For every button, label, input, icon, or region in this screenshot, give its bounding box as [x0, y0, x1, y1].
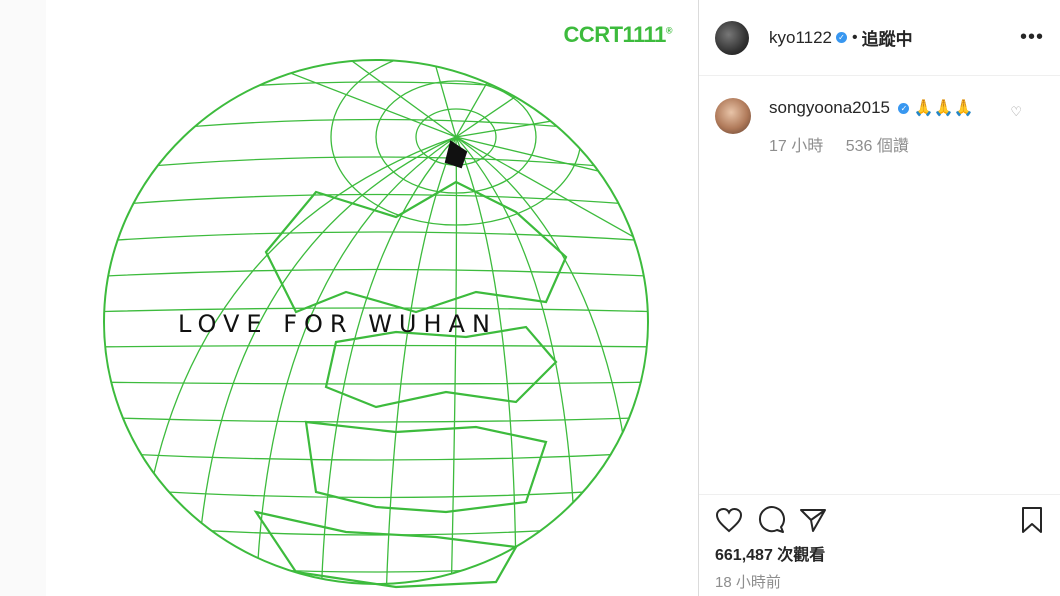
- comment-bubble-icon[interactable]: [757, 506, 785, 534]
- comment-like-heart-icon[interactable]: ♡: [1010, 104, 1022, 120]
- post-image[interactable]: CCRT1111® LOVE FOR WUHAN: [46, 0, 698, 596]
- like-heart-icon[interactable]: [715, 507, 743, 533]
- comment-text: 🙏🙏🙏: [913, 100, 974, 117]
- post-header: kyo1122 ✓ • 追蹤中 •••: [699, 0, 1060, 76]
- comment-likes[interactable]: 536 個讚: [846, 138, 909, 155]
- share-send-icon[interactable]: [799, 507, 827, 533]
- post-side-panel: kyo1122 ✓ • 追蹤中 ••• songyoona2015 ✓ 🙏🙏🙏 …: [698, 0, 1060, 596]
- comment-body: songyoona2015 ✓ 🙏🙏🙏 17 小時 536 個讚: [769, 98, 974, 156]
- commenter-avatar[interactable]: [715, 98, 751, 134]
- more-options-icon[interactable]: •••: [1020, 26, 1044, 49]
- follow-status-button[interactable]: 追蹤中: [862, 25, 913, 50]
- comment-item: songyoona2015 ✓ 🙏🙏🙏 17 小時 536 個讚 ♡: [699, 76, 1060, 156]
- comment-meta: 17 小時 536 個讚: [769, 132, 974, 156]
- view-count[interactable]: 661,487 次觀看: [715, 541, 1044, 565]
- save-bookmark-icon[interactable]: [1020, 506, 1044, 534]
- action-icons: [715, 503, 1044, 537]
- post-time-ago[interactable]: 18 小時前: [715, 571, 1044, 592]
- comment-time: 17 小時: [769, 138, 824, 155]
- commenter-username[interactable]: songyoona2015: [769, 98, 890, 117]
- post-headline: LOVE FOR WUHAN: [178, 310, 497, 338]
- left-margin: [0, 0, 46, 596]
- verified-badge-icon: ✓: [836, 32, 848, 43]
- author-username[interactable]: kyo1122: [769, 28, 832, 48]
- action-bar: 661,487 次觀看 18 小時前: [699, 494, 1060, 592]
- verified-badge-icon: ✓: [898, 103, 910, 114]
- separator-dot: •: [852, 28, 858, 46]
- registered-mark: ®: [665, 25, 673, 36]
- author-avatar[interactable]: [715, 20, 749, 55]
